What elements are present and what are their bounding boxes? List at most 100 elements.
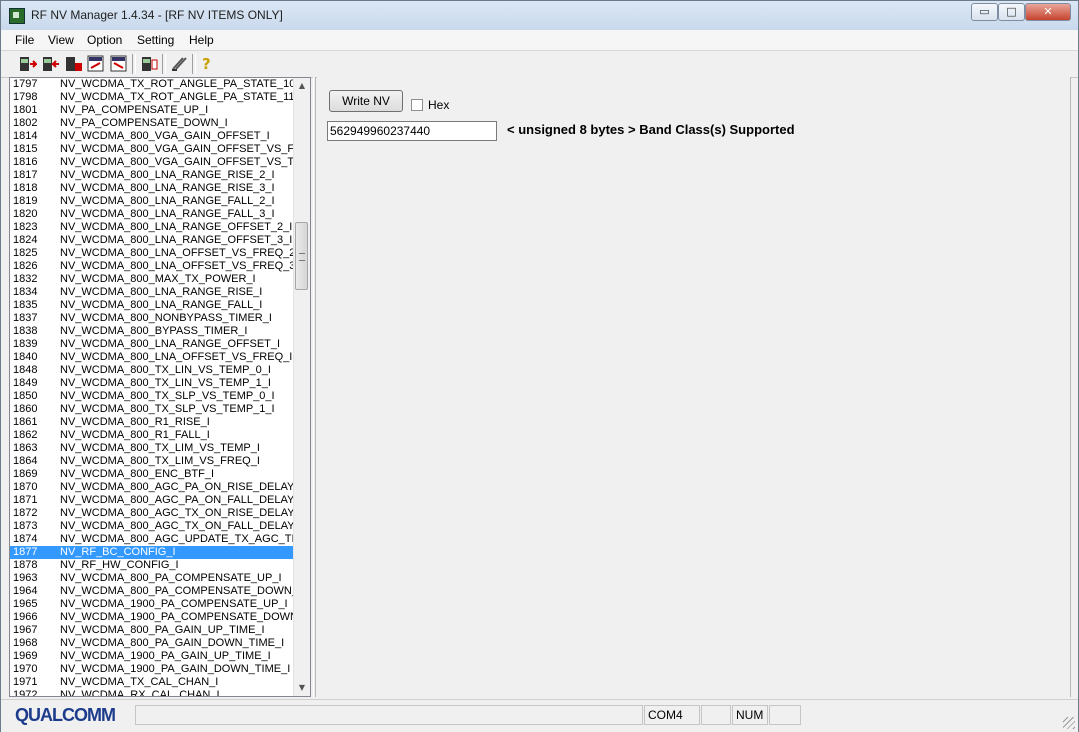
nv-list-row[interactable]: 1869 NV_WCDMA_800_ENC_BTF_I — [10, 468, 295, 481]
flash-icon — [172, 57, 187, 71]
resize-grip-icon[interactable] — [1063, 717, 1075, 729]
toolbar-separator — [192, 54, 196, 74]
nv-list-row[interactable]: 1837 NV_WCDMA_800_NONBYPASS_TIMER_I — [10, 312, 295, 325]
nv-list-row[interactable]: 1826 NV_WCDMA_800_LNA_OFFSET_VS_FREQ_3_ — [10, 260, 295, 273]
nv-list-row[interactable]: 1840 NV_WCDMA_800_LNA_OFFSET_VS_FREQ_I — [10, 351, 295, 364]
menu-file[interactable]: File — [15, 33, 34, 47]
nv-list-row[interactable]: 1798 NV_WCDMA_TX_ROT_ANGLE_PA_STATE_11_ — [10, 91, 295, 104]
write-nv-button[interactable]: Write NV — [329, 90, 403, 112]
nv-list-row[interactable]: 1814 NV_WCDMA_800_VGA_GAIN_OFFSET_I — [10, 130, 295, 143]
nv-list-row[interactable]: 1861 NV_WCDMA_800_R1_RISE_I — [10, 416, 295, 429]
nv-list-row[interactable]: 1967 NV_WCDMA_800_PA_GAIN_UP_TIME_I — [10, 624, 295, 637]
nv-list-row[interactable]: 1839 NV_WCDMA_800_LNA_RANGE_OFFSET_I — [10, 338, 295, 351]
menu-setting[interactable]: Setting — [137, 33, 174, 47]
nv-list-row[interactable]: 1971 NV_WCDMA_TX_CAL_CHAN_I — [10, 676, 295, 689]
svg-text:?: ? — [202, 55, 211, 73]
minimize-button[interactable]: ▭ — [971, 3, 998, 21]
flash-button[interactable] — [169, 54, 189, 73]
nv-list-row[interactable]: 1848 NV_WCDMA_800_TX_LIN_VS_TEMP_0_I — [10, 364, 295, 377]
nv-list-row[interactable]: 1873 NV_WCDMA_800_AGC_TX_ON_FALL_DELAY_ — [10, 520, 295, 533]
nv-list-row[interactable]: 1965 NV_WCDMA_1900_PA_COMPENSATE_UP_I — [10, 598, 295, 611]
nv-item-id: 1965 — [13, 598, 38, 610]
help-question-icon: ? — [202, 55, 211, 73]
nv-list-row[interactable]: 1863 NV_WCDMA_800_TX_LIM_VS_TEMP_I — [10, 442, 295, 455]
nv-item-name: NV_WCDMA_800_TX_LIN_VS_TEMP_1_I — [60, 377, 271, 389]
nv-list-row[interactable]: 1963 NV_WCDMA_800_PA_COMPENSATE_UP_I — [10, 572, 295, 585]
nv-list-row[interactable]: 1970 NV_WCDMA_1900_PA_GAIN_DOWN_TIME_I — [10, 663, 295, 676]
nv-list-row[interactable]: 1823 NV_WCDMA_800_LNA_RANGE_OFFSET_2_I — [10, 221, 295, 234]
nv-list-row[interactable]: 1824 NV_WCDMA_800_LNA_RANGE_OFFSET_3_I — [10, 234, 295, 247]
nv-list-row[interactable]: 1801 NV_PA_COMPENSATE_UP_I — [10, 104, 295, 117]
nv-list-row[interactable]: 1834 NV_WCDMA_800_LNA_RANGE_RISE_I — [10, 286, 295, 299]
nv-item-name: NV_RF_HW_CONFIG_I — [60, 559, 179, 571]
scroll-down-arrow-icon[interactable]: ▼ — [294, 680, 310, 696]
nv-list-row[interactable]: 1870 NV_WCDMA_800_AGC_PA_ON_RISE_DELAY_ — [10, 481, 295, 494]
nv-list-row[interactable]: 1860 NV_WCDMA_800_TX_SLP_VS_TEMP_1_I — [10, 403, 295, 416]
nv-list-row[interactable]: 1797 NV_WCDMA_TX_ROT_ANGLE_PA_STATE_10_ — [10, 78, 295, 91]
scroll-thumb[interactable] — [295, 222, 308, 290]
nv-item-name: NV_WCDMA_800_AGC_TX_ON_RISE_DELAY_ — [60, 507, 294, 519]
nv-list-row[interactable]: 1820 NV_WCDMA_800_LNA_RANGE_FALL_3_I — [10, 208, 295, 221]
nv-item-id: 1838 — [13, 325, 38, 337]
nv-list-row[interactable]: 1878 NV_RF_HW_CONFIG_I — [10, 559, 295, 572]
qcn-save-button[interactable] — [109, 54, 129, 73]
menu-help[interactable]: Help — [189, 33, 214, 47]
status-bar: QUALCOMM COM4 NUM — [1, 699, 1078, 732]
scroll-up-arrow-icon[interactable]: ▲ — [294, 78, 310, 94]
nv-list-row[interactable]: 1874 NV_WCDMA_800_AGC_UPDATE_TX_AGC_TIM — [10, 533, 295, 546]
menu-view[interactable]: View — [48, 33, 74, 47]
grid-button[interactable] — [63, 54, 83, 73]
hex-checkbox[interactable] — [411, 99, 423, 111]
close-icon: ✕ — [1043, 5, 1053, 18]
nv-item-id: 1840 — [13, 351, 38, 363]
nv-item-id: 1963 — [13, 572, 38, 584]
nv-list-row[interactable]: 1972 NV_WCDMA_RX_CAL_CHAN_I — [10, 689, 295, 696]
nv-item-name: NV_WCDMA_800_TX_LIN_VS_TEMP_0_I — [60, 364, 271, 376]
nv-list-row[interactable]: 1817 NV_WCDMA_800_LNA_RANGE_RISE_2_I — [10, 169, 295, 182]
nv-list-row[interactable]: 1838 NV_WCDMA_800_BYPASS_TIMER_I — [10, 325, 295, 338]
nv-list-row[interactable]: 1850 NV_WCDMA_800_TX_SLP_VS_TEMP_0_I — [10, 390, 295, 403]
nv-list-row[interactable]: 1835 NV_WCDMA_800_LNA_RANGE_FALL_I — [10, 299, 295, 312]
nv-list-row[interactable]: 1802 NV_PA_COMPENSATE_DOWN_I — [10, 117, 295, 130]
nv-item-id: 1802 — [13, 117, 38, 129]
nv-list-row[interactable]: 1871 NV_WCDMA_800_AGC_PA_ON_FALL_DELAY_ — [10, 494, 295, 507]
nv-list-row[interactable]: 1849 NV_WCDMA_800_TX_LIN_VS_TEMP_1_I — [10, 377, 295, 390]
nv-list-row[interactable]: 1966 NV_WCDMA_1900_PA_COMPENSATE_DOWN_ — [10, 611, 295, 624]
nv-item-id: 1824 — [13, 234, 38, 246]
panel-splitter[interactable] — [313, 77, 316, 697]
nv-list-row[interactable]: 1832 NV_WCDMA_800_MAX_TX_POWER_I — [10, 273, 295, 286]
nv-item-id: 1966 — [13, 611, 38, 623]
hex-label: Hex — [428, 98, 450, 112]
phone-export-button[interactable] — [139, 54, 159, 73]
nv-list-row[interactable]: 1818 NV_WCDMA_800_LNA_RANGE_RISE_3_I — [10, 182, 295, 195]
nv-item-id: 1816 — [13, 156, 38, 168]
phone-write-button[interactable] — [40, 54, 60, 73]
title-bar[interactable]: RF NV Manager 1.4.34 - [RF NV ITEMS ONLY… — [1, 1, 1078, 31]
help-button[interactable]: ? — [197, 54, 217, 73]
list-scrollbar[interactable]: ▲ ▼ — [293, 78, 310, 696]
nv-list-row[interactable]: 1864 NV_WCDMA_800_TX_LIM_VS_FREQ_I — [10, 455, 295, 468]
nv-value-input[interactable]: 562949960237440 — [327, 121, 497, 141]
nv-list-row[interactable]: 1964 NV_WCDMA_800_PA_COMPENSATE_DOWN_ — [10, 585, 295, 598]
qcn-load-button[interactable] — [86, 54, 106, 73]
menu-option[interactable]: Option — [87, 33, 122, 47]
maximize-button[interactable]: □ — [998, 3, 1025, 21]
nv-item-id: 1862 — [13, 429, 38, 441]
nv-item-id: 1820 — [13, 208, 38, 220]
nv-list-row[interactable]: 1825 NV_WCDMA_800_LNA_OFFSET_VS_FREQ_2_ — [10, 247, 295, 260]
nv-list-row[interactable]: 1815 NV_WCDMA_800_VGA_GAIN_OFFSET_VS_FR — [10, 143, 295, 156]
nv-item-id: 1964 — [13, 585, 38, 597]
nv-list-row[interactable]: 1872 NV_WCDMA_800_AGC_TX_ON_RISE_DELAY_ — [10, 507, 295, 520]
nv-list-row[interactable]: 1877 NV_RF_BC_CONFIG_I — [10, 546, 295, 559]
nv-item-list[interactable]: 1797 NV_WCDMA_TX_ROT_ANGLE_PA_STATE_10_ 17… — [9, 77, 311, 697]
phone-read-button[interactable] — [17, 54, 37, 73]
nv-list-row[interactable]: 1969 NV_WCDMA_1900_PA_GAIN_UP_TIME_I — [10, 650, 295, 663]
nv-item-name: NV_RF_BC_CONFIG_I — [60, 546, 176, 558]
nv-list-row[interactable]: 1968 NV_WCDMA_800_PA_GAIN_DOWN_TIME_I — [10, 637, 295, 650]
close-button[interactable]: ✕ — [1025, 3, 1071, 21]
nv-item-id: 1848 — [13, 364, 38, 376]
nv-list-row[interactable]: 1862 NV_WCDMA_800_R1_FALL_I — [10, 429, 295, 442]
nv-list-row[interactable]: 1819 NV_WCDMA_800_LNA_RANGE_FALL_2_I — [10, 195, 295, 208]
nv-list-row[interactable]: 1816 NV_WCDMA_800_VGA_GAIN_OFFSET_VS_TE — [10, 156, 295, 169]
nv-item-id: 1814 — [13, 130, 38, 142]
